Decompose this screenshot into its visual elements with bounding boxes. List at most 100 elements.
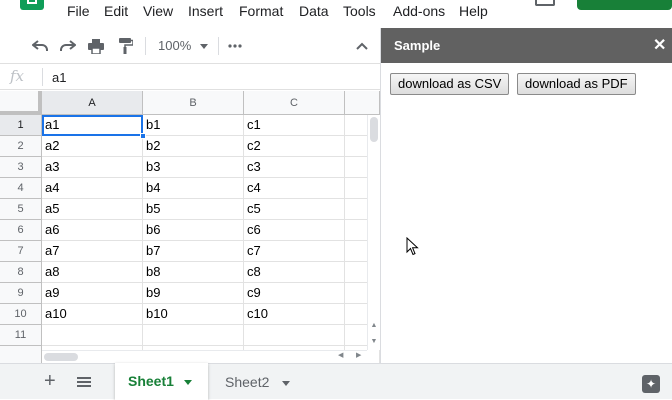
paint-format-icon[interactable]	[117, 37, 135, 55]
vertical-scroll-thumb[interactable]	[370, 117, 378, 142]
chevron-down-icon[interactable]	[184, 380, 192, 385]
tab-label: Sheet2	[225, 374, 270, 390]
grid-cell[interactable]: c8	[244, 262, 345, 283]
grid-cell[interactable]: c3	[244, 157, 345, 178]
comment-history-icon[interactable]	[535, 0, 555, 6]
menu-file[interactable]: File	[67, 3, 90, 19]
grid-cell[interactable]: a7	[42, 241, 143, 262]
grid-cell[interactable]: a2	[42, 136, 143, 157]
menu-tools[interactable]: Tools	[343, 3, 376, 19]
grid-cell[interactable]: a10	[42, 304, 143, 325]
row-header[interactable]: 10	[0, 304, 42, 325]
horizontal-scroll-thumb[interactable]	[44, 353, 78, 361]
formula-bar: fx a1	[0, 64, 380, 90]
share-button[interactable]	[577, 0, 672, 10]
sheets-logo-icon[interactable]	[20, 0, 44, 10]
grid-cell[interactable]: b9	[143, 283, 244, 304]
undo-icon[interactable]	[31, 37, 49, 55]
grid-cell[interactable]: b3	[143, 157, 244, 178]
mouse-cursor-icon	[406, 237, 419, 256]
grid-cell[interactable]: a1	[42, 115, 143, 136]
row-header[interactable]: 11	[0, 325, 42, 346]
grid-cell[interactable]: c2	[244, 136, 345, 157]
row-header[interactable]: 3	[0, 157, 42, 178]
row-header[interactable]: 7	[0, 241, 42, 262]
collapse-icon[interactable]	[353, 37, 371, 55]
grid-cell[interactable]	[42, 325, 143, 346]
row-header[interactable]	[0, 346, 42, 364]
grid-cell[interactable]: b10	[143, 304, 244, 325]
scroll-up-icon[interactable]: ▲	[370, 322, 378, 329]
grid-cell[interactable]: c9	[244, 283, 345, 304]
grid-cell[interactable]: b1	[143, 115, 244, 136]
more-icon[interactable]	[226, 37, 244, 55]
spreadsheet-grid: A B C 1 a1 b1 c1 2 a2 b2 c2 3 a3 b3 c3 4 a4 b4 c4 5 a5 b5 c5 6 a…	[0, 91, 380, 364]
column-header[interactable]	[345, 91, 380, 115]
fill-handle[interactable]	[140, 133, 146, 139]
explore-icon[interactable]: ✦	[642, 375, 660, 393]
download-csv-button[interactable]: download as CSV	[390, 73, 510, 95]
scroll-right-icon[interactable]: ▶	[356, 351, 361, 359]
grid-cell[interactable]: c5	[244, 199, 345, 220]
download-pdf-button[interactable]: download as PDF	[517, 73, 636, 95]
tab-label: Sheet1	[128, 373, 174, 389]
menu-help[interactable]: Help	[459, 3, 488, 19]
menu-data[interactable]: Data	[299, 3, 329, 19]
sidebar-title: Sample	[394, 38, 441, 53]
all-sheets-icon[interactable]	[77, 377, 91, 387]
grid-cell[interactable]: a9	[42, 283, 143, 304]
menu-edit[interactable]: Edit	[104, 3, 128, 19]
grid-cell[interactable]: a4	[42, 178, 143, 199]
scroll-left-icon[interactable]: ◀	[338, 351, 343, 359]
grid-cell[interactable]: a8	[42, 262, 143, 283]
horizontal-scrollbar[interactable]	[42, 350, 367, 363]
row-header[interactable]: 9	[0, 283, 42, 304]
row-header[interactable]: 1	[0, 115, 42, 136]
formula-input[interactable]: a1	[52, 70, 66, 85]
menu-bar: File Edit View Insert Format Data Tools …	[0, 0, 672, 28]
tab-sheet1[interactable]: Sheet1	[115, 363, 208, 400]
grid-cell[interactable]: c7	[244, 241, 345, 262]
row-header[interactable]: 4	[0, 178, 42, 199]
select-all-corner[interactable]	[0, 91, 42, 115]
chevron-down-icon[interactable]	[200, 44, 208, 49]
grid-cell[interactable]: b6	[143, 220, 244, 241]
row-header[interactable]: 2	[0, 136, 42, 157]
vertical-scrollbar[interactable]	[367, 115, 380, 350]
print-icon[interactable]	[87, 37, 105, 55]
grid-cell[interactable]: b5	[143, 199, 244, 220]
grid-cell[interactable]: b7	[143, 241, 244, 262]
scroll-down-icon[interactable]: ▼	[370, 338, 378, 345]
grid-cell[interactable]	[143, 325, 244, 346]
grid-cell[interactable]: c6	[244, 220, 345, 241]
grid-cell[interactable]: b8	[143, 262, 244, 283]
menu-addons[interactable]: Add-ons	[393, 3, 445, 19]
menu-insert[interactable]: Insert	[188, 3, 223, 19]
row-header[interactable]: 5	[0, 199, 42, 220]
chevron-down-icon[interactable]	[282, 381, 290, 386]
redo-icon[interactable]	[59, 37, 77, 55]
menu-format[interactable]: Format	[239, 3, 283, 19]
grid-cell[interactable]: b4	[143, 178, 244, 199]
fx-icon: fx	[10, 67, 25, 85]
toolbar-separator	[218, 37, 219, 55]
grid-cell[interactable]: c10	[244, 304, 345, 325]
grid-cell[interactable]: b2	[143, 136, 244, 157]
grid-cell[interactable]: c4	[244, 178, 345, 199]
grid-cell[interactable]: a6	[42, 220, 143, 241]
addon-sidebar: Sample ✕ download as CSV download as PDF	[380, 28, 672, 363]
tab-sheet2[interactable]: Sheet2	[214, 364, 298, 400]
menu-view[interactable]: View	[143, 3, 173, 19]
grid-cell[interactable]: a5	[42, 199, 143, 220]
column-header[interactable]: B	[143, 91, 244, 115]
zoom-select[interactable]: 100%	[158, 38, 191, 53]
row-header[interactable]: 8	[0, 262, 42, 283]
close-icon[interactable]: ✕	[653, 35, 666, 55]
row-header[interactable]: 6	[0, 220, 42, 241]
column-header[interactable]: A	[42, 91, 143, 115]
grid-cell[interactable]: c1	[244, 115, 345, 136]
grid-cell[interactable]	[244, 325, 345, 346]
column-header[interactable]: C	[244, 91, 345, 115]
add-sheet-button[interactable]: +	[44, 371, 56, 391]
grid-cell[interactable]: a3	[42, 157, 143, 178]
